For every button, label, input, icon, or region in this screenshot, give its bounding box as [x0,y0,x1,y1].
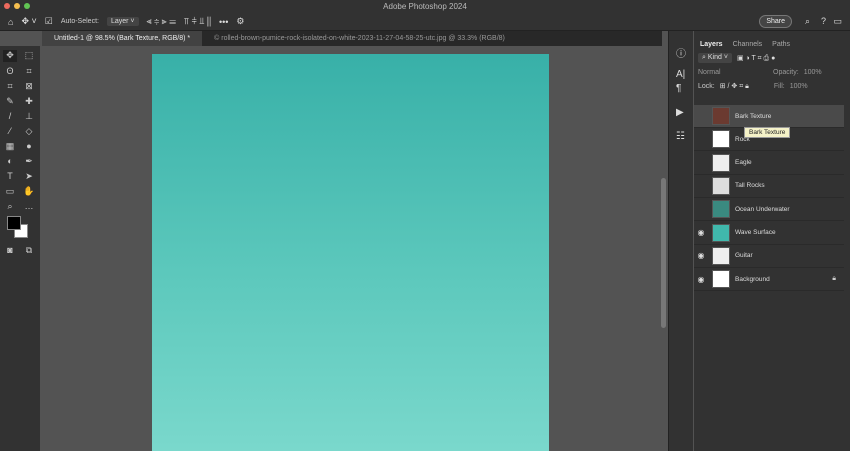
adjustments-icon[interactable]: ☷ [676,131,685,142]
pen-tool-icon[interactable]: ✒ [22,156,36,168]
help-icon[interactable]: ? [821,16,826,26]
zoom-window-button[interactable] [24,3,30,9]
foreground-color-swatch[interactable] [7,216,21,230]
move-tool-icon[interactable]: ✥ [3,50,17,62]
blur-tool-icon[interactable]: ● [22,141,36,153]
document-tabs: Untitled-1 @ 98.5% (Bark Texture, RGB/8)… [42,31,662,46]
opacity-label: Opacity: [773,68,799,76]
auto-select-dropdown[interactable]: Layer ˅ [106,17,139,26]
layer-thumbnail [712,176,730,195]
layer-thumbnail [712,107,730,125]
auto-select-value: Layer [110,18,129,25]
tools-panel: ✥ ⬚ ʘ ⌗ ⌗ ⊠ ✎ ✚ / ⊥ ⁄ ◇ ▦ ● ◐ ✒ T ➤ ▭ ✋ … [0,46,40,451]
healing-brush-icon[interactable]: ✚ [22,96,36,108]
lock-icon: 🔒︎ [832,275,836,283]
layer-row[interactable]: Bark Texture [694,105,844,128]
layer-row[interactable]: Tall Rocks [694,175,844,198]
home-icon[interactable]: ⌂ [8,17,13,27]
layer-row[interactable]: ◉ Guitar [694,245,844,268]
align-icons[interactable]: ⫷ ≑ ⫸ ☰ [147,16,176,27]
eraser-icon[interactable]: ◇ [22,126,36,138]
share-button[interactable]: Share [759,15,792,28]
info-icon[interactable]: ⓘ [676,45,686,60]
quick-mask-icon[interactable]: ◙ [3,245,17,257]
layer-row[interactable]: ◉ Background 🔒︎ [694,268,844,292]
auto-select-label: Auto-Select: [60,18,99,25]
layer-name: Bark Texture [735,112,772,120]
visibility-eye-icon[interactable]: ◉ [694,251,708,260]
options-bar: ⌂ ✥ ˅ ☑ Auto-Select: Layer ˅ ⫷ ≑ ⫸ ☰ ⫪ ⫩… [0,13,850,31]
layer-thumbnail [712,200,730,219]
gear-icon[interactable]: ⚙ [236,16,244,27]
layer-name: Ocean Underwater [735,205,790,213]
object-select-icon[interactable]: ⌗ [22,66,36,78]
path-select-icon[interactable]: ➤ [22,171,36,183]
move-tool-icon[interactable]: ✥ ˅ [21,16,36,27]
eyedropper-icon[interactable]: ✎ [3,96,17,108]
stamp-tool-icon[interactable]: ⊥ [22,111,36,123]
distribute-icons[interactable]: ⫪ ⫩ ⫫ ⫼ [184,16,211,27]
vertical-scrollbar[interactable] [661,178,666,328]
hand-tool-icon[interactable]: ✋ [22,186,36,198]
layer-name: Background [735,275,770,283]
opacity-value[interactable]: 100% [804,69,822,76]
type-tool-icon[interactable]: T [3,171,17,183]
layer-name: Tall Rocks [735,182,765,190]
layer-thumbnail [712,130,730,149]
layer-thumbnail [712,223,730,242]
workspace-icon[interactable]: ▭ [833,16,842,27]
dodge-tool-icon[interactable]: ◐ [3,156,17,168]
panel-dock: ⓘ A| ¶ ▶ ☷ [668,31,693,451]
minimize-window-button[interactable] [14,3,20,9]
frame-tool-icon[interactable]: ⊠ [22,81,36,93]
tab-pumice-rock[interactable]: © rolled-brown-pumice-rock-isolated-on-w… [202,31,517,46]
layer-thumbnail [712,153,730,172]
marquee-tool-icon[interactable]: ⬚ [22,50,36,62]
brush-tool-icon[interactable]: / [3,111,17,123]
tab-layers[interactable]: Layers [700,41,723,51]
history-brush-icon[interactable]: ⁄ [3,126,17,138]
auto-select-checkbox[interactable]: ☑ [45,16,53,27]
fill-label: Fill: [773,82,785,90]
layer-name: Guitar [735,252,753,260]
visibility-eye-icon[interactable]: ◉ [694,275,708,284]
document-canvas[interactable] [152,54,549,451]
layer-row[interactable]: Ocean Underwater [694,198,844,222]
title-bar: Adobe Photoshop 2024 [0,0,850,13]
more-tools-icon[interactable]: … [22,201,36,213]
more-icon[interactable]: ••• [219,17,228,27]
tab-channels[interactable]: Channels [733,41,763,51]
filter-kind-dropdown[interactable]: ⌕ Kind ˅ [698,53,732,63]
tab-paths[interactable]: Paths [772,41,790,51]
lock-icons[interactable]: ⊞ / ✥ ⌗ 🔒︎ [720,82,749,91]
filter-kind-value: Kind [707,54,722,61]
tab-untitled-1[interactable]: Untitled-1 @ 98.5% (Bark Texture, RGB/8)… [42,31,203,46]
layer-thumbnail [712,246,730,265]
layer-name: Eagle [735,159,752,167]
lock-label: Lock: [698,82,715,90]
screen-mode-icon[interactable]: ⧉ [22,245,36,257]
character-icon[interactable]: A| [676,69,685,80]
gradient-tool-icon[interactable]: ▦ [3,141,17,153]
blend-mode-dropdown[interactable]: Normal [698,69,768,76]
paragraph-icon[interactable]: ¶ [676,83,681,94]
layer-thumbnail [712,270,730,289]
layer-row[interactable]: Eagle [694,152,844,175]
rectangle-tool-icon[interactable]: ▭ [3,186,17,198]
layer-tooltip: Bark Texture [744,127,791,138]
layer-row[interactable]: ◉ Wave Surface [694,222,844,245]
filter-icons[interactable]: ▣ ◑ T ⌗ ⎙ ● [737,54,775,63]
play-actions-icon[interactable]: ▶ [676,107,684,118]
fill-value[interactable]: 100% [790,83,808,90]
app-title: Adobe Photoshop 2024 [383,2,467,11]
close-window-button[interactable] [4,3,10,9]
crop-tool-icon[interactable]: ⌗ [3,81,17,93]
search-icon[interactable]: ⌕ [805,16,810,27]
visibility-eye-icon[interactable]: ◉ [694,228,708,237]
layers-panel: Layers Channels Paths ⌕ Kind ˅ ▣ ◑ T ⌗ ⎙ … [694,31,850,451]
zoom-tool-icon[interactable]: ⌕ [3,201,17,213]
lasso-tool-icon[interactable]: ʘ [3,66,17,78]
layer-name: Wave Surface [735,229,776,236]
